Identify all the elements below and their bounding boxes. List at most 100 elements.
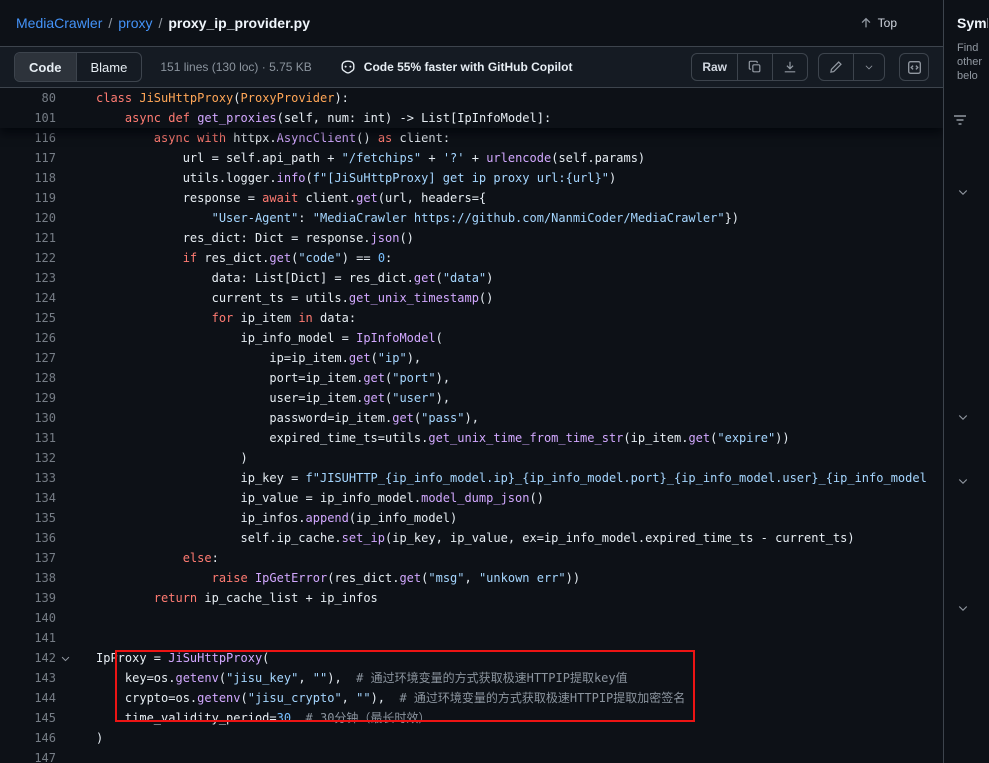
line-number[interactable]: 80	[0, 88, 56, 108]
line-number[interactable]: 124	[0, 288, 56, 308]
edit-dropdown-button[interactable]	[853, 54, 884, 80]
fold-gutter-spacer	[56, 528, 74, 548]
code-line: 123 data: List[Dict] = res_dict.get("dat…	[0, 268, 943, 288]
code-text: res_dict: Dict = response.json()	[74, 228, 414, 248]
edit-button-group	[818, 53, 885, 81]
fold-gutter-spacer	[56, 428, 74, 448]
fold-gutter-spacer	[56, 308, 74, 328]
code-text: IpProxy = JiSuHttpProxy(	[74, 648, 269, 668]
symbol-group-expander[interactable]	[957, 410, 969, 428]
symbol-group-expander[interactable]	[957, 601, 969, 619]
tab-blame[interactable]: Blame	[76, 53, 142, 81]
line-number[interactable]: 121	[0, 228, 56, 248]
code-text: else:	[74, 548, 219, 568]
code-lines: 116 async with httpx.AsyncClient() as cl…	[0, 88, 943, 763]
code-text: class JiSuHttpProxy(ProxyProvider):	[74, 88, 349, 108]
line-number[interactable]: 131	[0, 428, 56, 448]
code-line: 121 res_dict: Dict = response.json()	[0, 228, 943, 248]
fold-gutter-spacer	[56, 488, 74, 508]
chevron-down-icon	[957, 186, 969, 198]
line-number[interactable]: 136	[0, 528, 56, 548]
line-number[interactable]: 123	[0, 268, 56, 288]
fold-gutter-spacer	[56, 108, 74, 128]
code-line: 146)	[0, 728, 943, 748]
symbol-group-expander[interactable]	[957, 474, 969, 492]
code-text: if res_dict.get("code") == 0:	[74, 248, 392, 268]
line-number[interactable]: 119	[0, 188, 56, 208]
breadcrumb: MediaCrawler / proxy / proxy_ip_provider…	[0, 0, 943, 46]
line-number[interactable]: 130	[0, 408, 56, 428]
code-text: response = await client.get(url, headers…	[74, 188, 486, 208]
main-area: MediaCrawler / proxy / proxy_ip_provider…	[0, 0, 944, 763]
line-number[interactable]: 137	[0, 548, 56, 568]
tab-code[interactable]: Code	[15, 53, 76, 81]
line-number[interactable]: 133	[0, 468, 56, 488]
line-number[interactable]: 126	[0, 328, 56, 348]
code-text: url = self.api_path + "/fetchips" + '?' …	[74, 148, 645, 168]
fold-gutter-spacer	[56, 388, 74, 408]
raw-copy-download-group: Raw	[691, 53, 808, 81]
code-line: 125 for ip_item in data:	[0, 308, 943, 328]
chevron-down-icon	[957, 411, 969, 423]
symbols-panel-toggle[interactable]	[899, 53, 929, 81]
arrow-up-icon	[859, 16, 873, 30]
line-number[interactable]: 135	[0, 508, 56, 528]
edit-button[interactable]	[819, 54, 853, 80]
line-number[interactable]: 120	[0, 208, 56, 228]
fold-gutter-spacer	[56, 548, 74, 568]
line-number[interactable]: 117	[0, 148, 56, 168]
line-number[interactable]: 127	[0, 348, 56, 368]
line-number[interactable]: 146	[0, 728, 56, 748]
fold-gutter-spacer	[56, 688, 74, 708]
breadcrumb-repo-link[interactable]: MediaCrawler	[16, 15, 102, 31]
line-number[interactable]: 147	[0, 748, 56, 763]
fold-gutter-spacer	[56, 748, 74, 763]
line-number[interactable]: 129	[0, 388, 56, 408]
line-number[interactable]: 142	[0, 648, 56, 668]
fold-gutter-spacer	[56, 248, 74, 268]
breadcrumb-folder-link[interactable]: proxy	[118, 15, 152, 31]
filter-button[interactable]	[952, 112, 968, 131]
code-text: )	[74, 448, 248, 468]
fold-chevron-icon[interactable]	[56, 648, 74, 668]
line-number[interactable]: 122	[0, 248, 56, 268]
line-number[interactable]: 143	[0, 668, 56, 688]
code-line: 144 crypto=os.getenv("jisu_crypto", ""),…	[0, 688, 943, 708]
line-number[interactable]: 118	[0, 168, 56, 188]
line-number[interactable]: 125	[0, 308, 56, 328]
code-text: "User-Agent": "MediaCrawler https://gith…	[74, 208, 739, 228]
code-line: 140	[0, 608, 943, 628]
code-line: 133 ip_key = f"JISUHTTP_{ip_info_model.i…	[0, 468, 943, 488]
code-text: password=ip_item.get("pass"),	[74, 408, 479, 428]
fold-gutter-spacer	[56, 588, 74, 608]
line-number[interactable]: 139	[0, 588, 56, 608]
line-number[interactable]: 101	[0, 108, 56, 128]
code-line: 117 url = self.api_path + "/fetchips" + …	[0, 148, 943, 168]
line-number[interactable]: 145	[0, 708, 56, 728]
line-number[interactable]: 144	[0, 688, 56, 708]
code-text: user=ip_item.get("user"),	[74, 388, 450, 408]
line-number[interactable]: 141	[0, 628, 56, 648]
symbol-group-expander[interactable]	[957, 185, 969, 203]
download-button[interactable]	[772, 54, 807, 80]
back-to-top-button[interactable]: Top	[859, 16, 897, 30]
line-number[interactable]: 128	[0, 368, 56, 388]
code-text	[74, 628, 96, 648]
filter-icon	[952, 112, 968, 128]
line-number[interactable]: 134	[0, 488, 56, 508]
line-number[interactable]: 132	[0, 448, 56, 468]
fold-gutter-spacer	[56, 268, 74, 288]
code-line: 137 else:	[0, 548, 943, 568]
fold-gutter-spacer	[56, 88, 74, 108]
line-number[interactable]: 140	[0, 608, 56, 628]
copy-button[interactable]	[737, 54, 772, 80]
fold-gutter-spacer	[56, 408, 74, 428]
code-line: 131 expired_time_ts=utils.get_unix_time_…	[0, 428, 943, 448]
code-text: key=os.getenv("jisu_key", ""), # 通过环境变量的…	[74, 668, 628, 688]
github-code-view: MediaCrawler / proxy / proxy_ip_provider…	[0, 0, 989, 763]
copilot-banner[interactable]: Code 55% faster with GitHub Copilot	[340, 59, 573, 75]
line-number[interactable]: 116	[0, 128, 56, 148]
line-number[interactable]: 138	[0, 568, 56, 588]
raw-button[interactable]: Raw	[692, 54, 737, 80]
chevron-down-icon	[957, 602, 969, 614]
